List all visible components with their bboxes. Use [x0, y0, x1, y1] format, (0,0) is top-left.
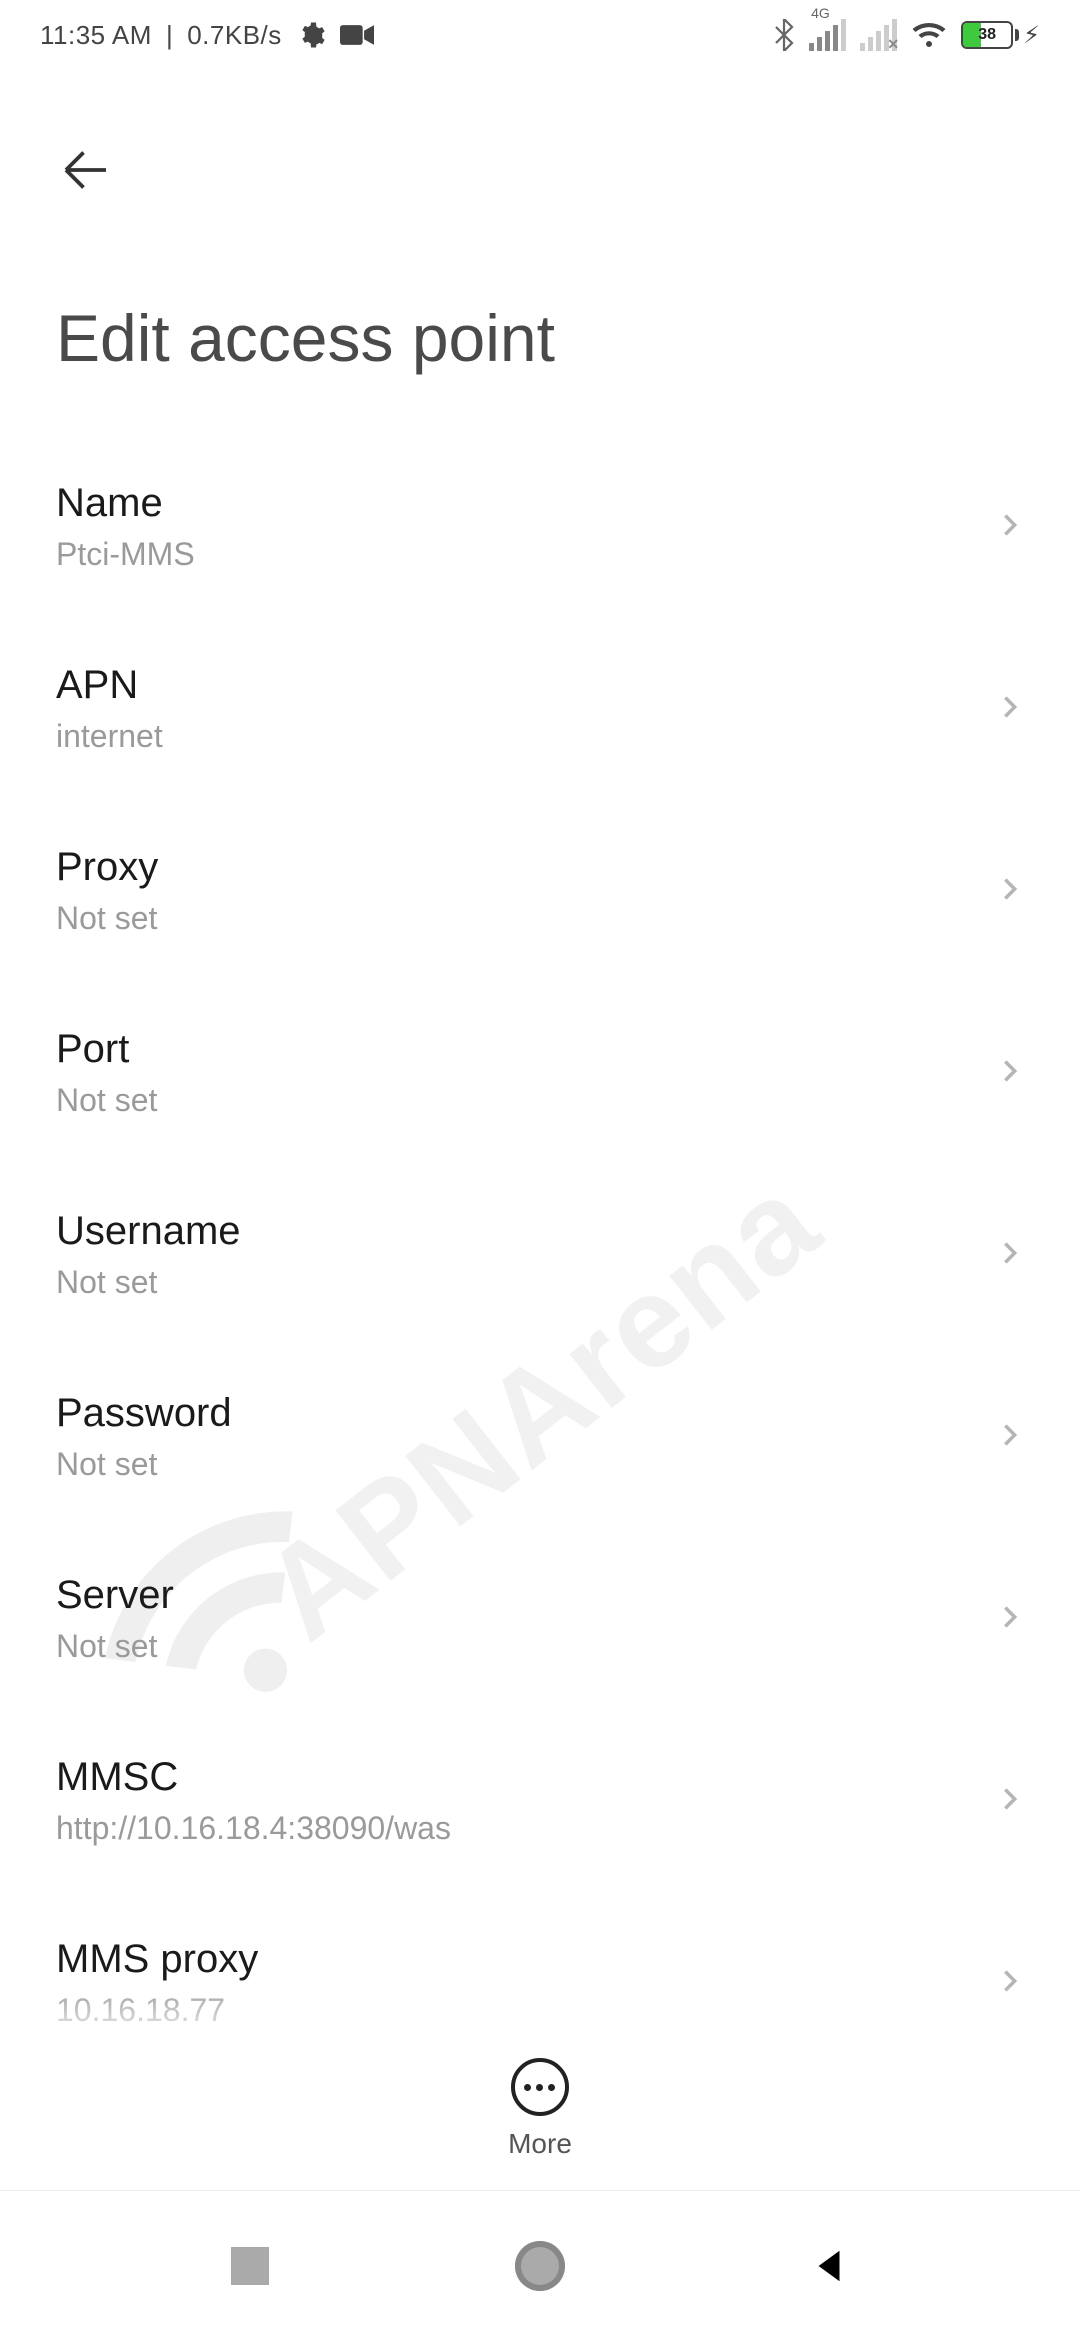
camera-icon [340, 23, 374, 47]
field-row-server[interactable]: Server Not set [0, 1528, 1080, 1710]
chevron-right-icon [996, 511, 1024, 544]
back-button[interactable] [56, 130, 136, 210]
field-value: Not set [56, 1082, 996, 1119]
battery-icon: 38 ⚡︎ [961, 21, 1040, 50]
chevron-right-icon [996, 1967, 1024, 2000]
more-button[interactable]: More [508, 2058, 572, 2160]
field-value: 10.16.18.77 [56, 1992, 996, 2029]
chevron-right-icon [996, 693, 1024, 726]
more-label: More [508, 2128, 572, 2160]
field-label: APN [56, 663, 996, 708]
status-bar: 11:35 AM | 0.7KB/s 4G ✕ [0, 0, 1080, 70]
field-row-port[interactable]: Port Not set [0, 982, 1080, 1164]
field-row-proxy[interactable]: Proxy Not set [0, 800, 1080, 982]
chevron-right-icon [996, 1603, 1024, 1636]
gear-icon [296, 20, 326, 50]
battery-percent: 38 [963, 23, 1011, 47]
status-sep: | [166, 20, 173, 51]
signal-sim1-icon: 4G [809, 19, 846, 51]
field-label: Server [56, 1573, 996, 1618]
chevron-right-icon [996, 1239, 1024, 1272]
field-label: Password [56, 1391, 996, 1436]
chevron-right-icon [996, 1421, 1024, 1454]
signal-sim2-icon: ✕ [860, 19, 897, 51]
field-value: internet [56, 718, 996, 755]
nav-recents-button[interactable] [210, 2226, 290, 2306]
wifi-icon [911, 20, 947, 50]
field-row-apn[interactable]: APN internet [0, 618, 1080, 800]
field-row-username[interactable]: Username Not set [0, 1164, 1080, 1346]
chevron-right-icon [996, 875, 1024, 908]
field-row-password[interactable]: Password Not set [0, 1346, 1080, 1528]
bottom-bar: More [0, 2028, 1080, 2170]
network-type: 4G [811, 5, 830, 21]
settings-list: Name Ptci-MMS APN internet Proxy Not set Port N… [0, 396, 1080, 2074]
field-value: Not set [56, 1264, 996, 1301]
status-time: 11:35 AM [40, 20, 152, 51]
android-navbar [0, 2190, 1080, 2340]
more-icon [511, 2058, 569, 2116]
field-value: Not set [56, 1446, 996, 1483]
status-speed: 0.7KB/s [187, 20, 282, 51]
header: Edit access point [0, 70, 1080, 396]
field-label: MMS proxy [56, 1937, 996, 1982]
bluetooth-icon [773, 19, 795, 51]
charging-icon: ⚡︎ [1023, 21, 1040, 50]
field-row-name[interactable]: Name Ptci-MMS [0, 436, 1080, 618]
field-value: Not set [56, 1628, 996, 1665]
nav-back-button[interactable] [790, 2226, 870, 2306]
field-label: Username [56, 1209, 996, 1254]
field-label: Proxy [56, 845, 996, 890]
field-value: Not set [56, 900, 996, 937]
field-row-mmsc[interactable]: MMSC http://10.16.18.4:38090/was [0, 1710, 1080, 1892]
field-value: Ptci-MMS [56, 536, 996, 573]
field-label: Name [56, 481, 996, 526]
field-label: MMSC [56, 1755, 996, 1800]
page-title: Edit access point [56, 300, 1024, 376]
chevron-right-icon [996, 1057, 1024, 1090]
nav-home-button[interactable] [500, 2226, 580, 2306]
field-value: http://10.16.18.4:38090/was [56, 1810, 996, 1847]
chevron-right-icon [996, 1785, 1024, 1818]
field-label: Port [56, 1027, 996, 1072]
